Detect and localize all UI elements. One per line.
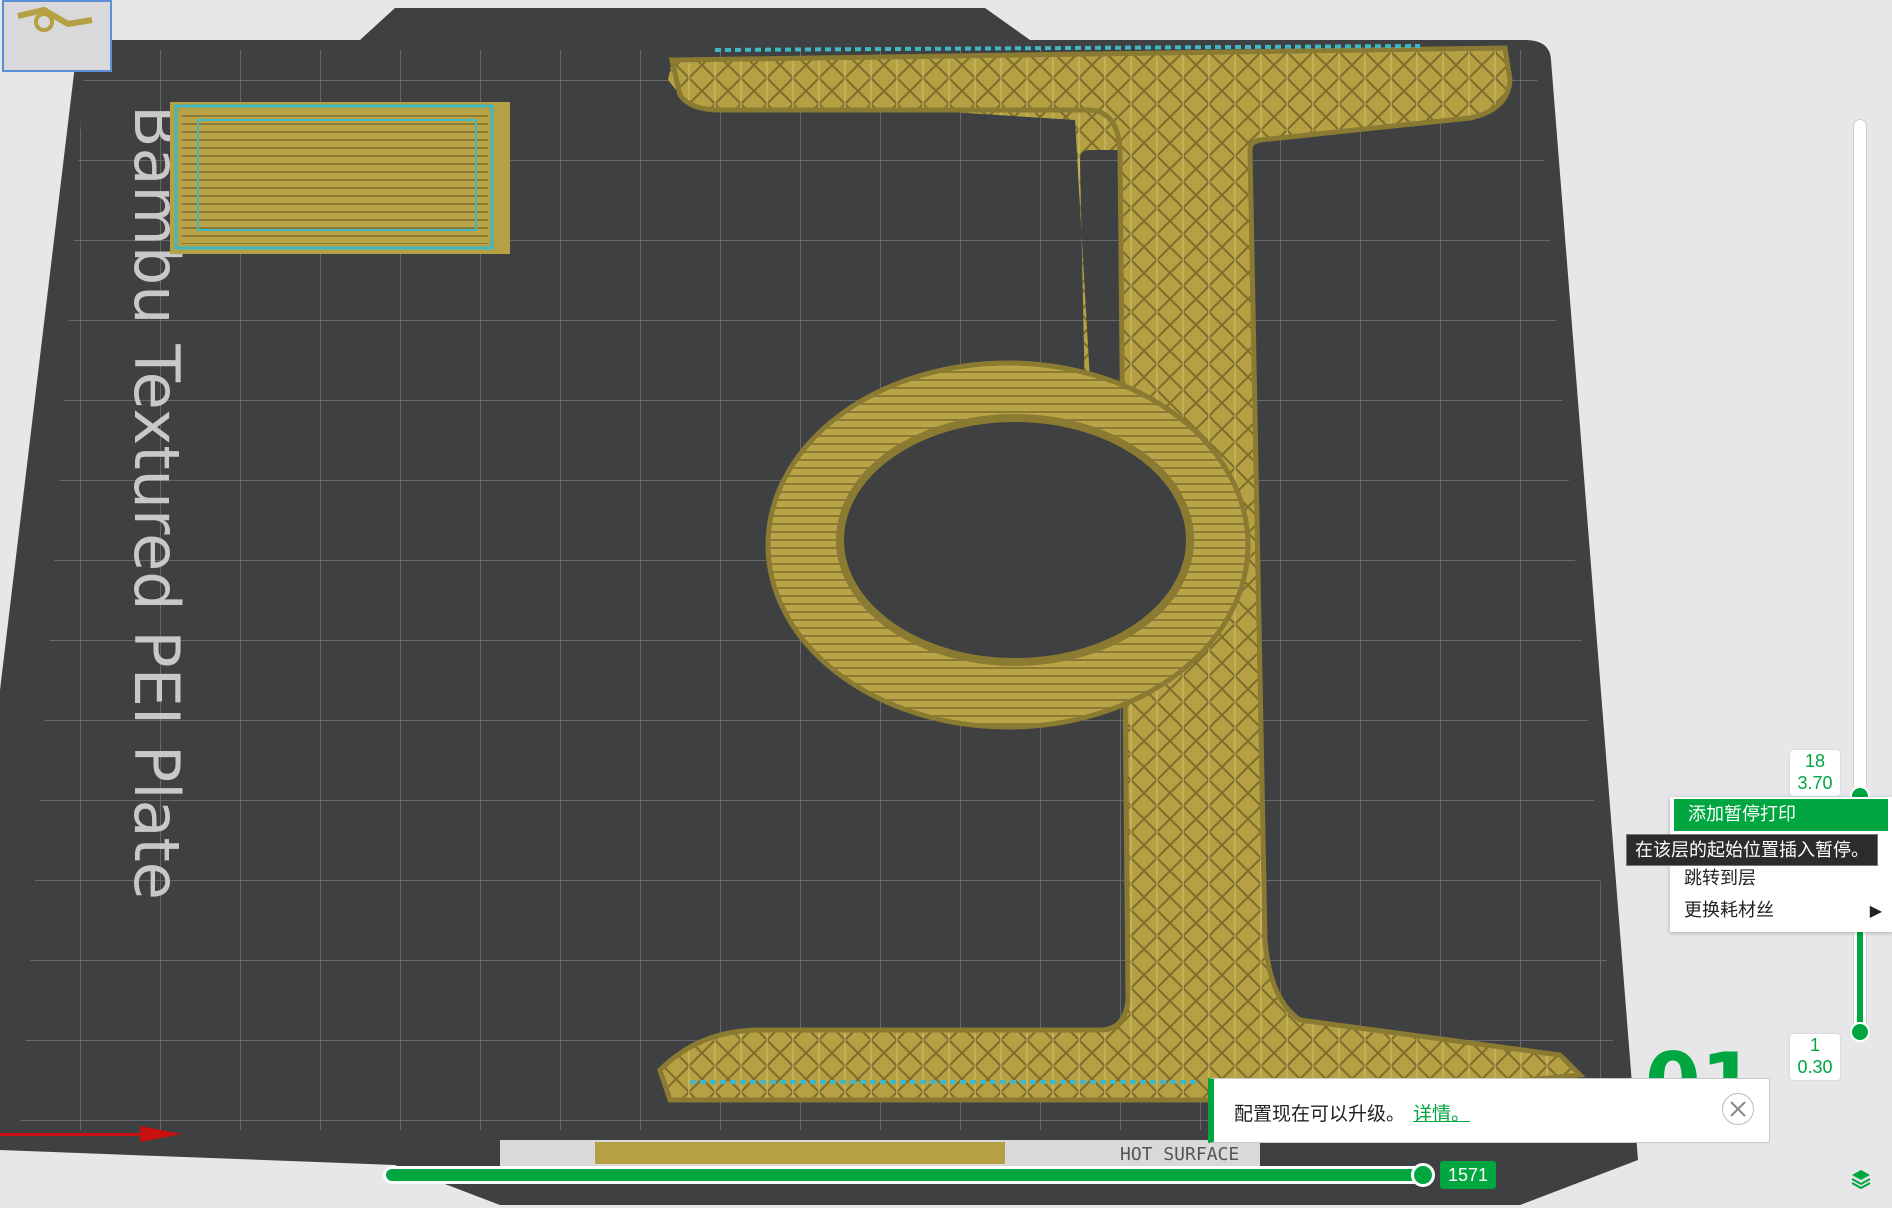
notification-text: 配置现在可以升级。 (1234, 1103, 1406, 1125)
top-layer-number: 18 (1804, 751, 1826, 771)
layers-button[interactable] (1850, 1168, 1872, 1190)
menu-tooltip: 在该层的起始位置插入暂停。 (1626, 834, 1878, 866)
top-layer-label: 18 3.70 (1790, 750, 1840, 796)
upgrade-notification: 配置现在可以升级。 详情。 (1208, 1078, 1770, 1143)
bottom-layer-height: 0.30 (1797, 1057, 1833, 1077)
menu-item-add-pause[interactable]: 添加暂停打印 (1674, 799, 1888, 831)
top-layer-height: 3.70 (1797, 773, 1833, 793)
triangle-right-icon: ▶ (1869, 901, 1882, 920)
3d-scene[interactable]: HOT SURFACE Bambu Textured PEI Plate (0, 0, 1892, 1208)
menu-item-change-filament[interactable]: 更换耗材丝 ▶ (1670, 895, 1892, 927)
menu-item-label: 添加暂停打印 (1688, 804, 1796, 825)
menu-item-label: 更换耗材丝 (1684, 900, 1774, 921)
close-button[interactable] (1722, 1093, 1754, 1125)
menu-item-jump-to-layer[interactable]: 跳转到层 (1670, 863, 1892, 895)
layer-slider-bottom-handle[interactable] (1850, 1022, 1870, 1042)
layers-icon (1851, 1170, 1871, 1190)
small-part[interactable] (170, 102, 510, 254)
menu-item-label: 跳转到层 (1684, 868, 1756, 889)
move-slider-progress (386, 1169, 1426, 1181)
notification-message: 配置现在可以升级。 详情。 (1234, 1099, 1470, 1126)
move-slider-handle[interactable] (1411, 1163, 1435, 1187)
bed-label: HOT SURFACE (1120, 1144, 1239, 1165)
bottom-layer-number: 1 (1809, 1035, 1820, 1055)
close-icon (1730, 1101, 1746, 1117)
move-slider-value: 1571 (1440, 1161, 1497, 1189)
bottom-layer-label: 1 0.30 (1790, 1034, 1840, 1080)
notification-details-link[interactable]: 详情。 (1413, 1103, 1470, 1125)
thumbnail-preview (17, 6, 93, 32)
plate-thumbnail[interactable] (2, 0, 112, 72)
preview-viewport[interactable]: HOT SURFACE Bambu Textured PEI Plate 18 … (0, 0, 1892, 1208)
